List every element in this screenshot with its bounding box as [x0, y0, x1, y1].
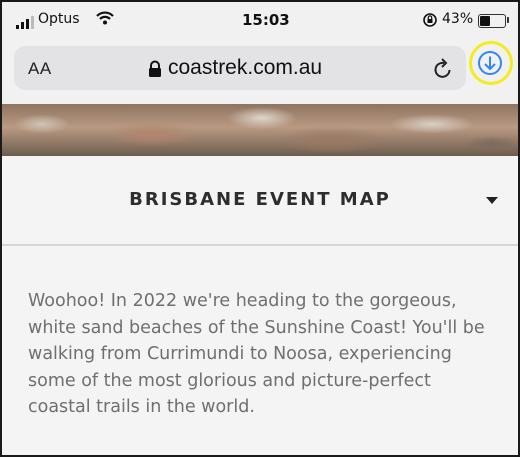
event-map-dropdown[interactable]: BRISBANE EVENT MAP	[2, 156, 518, 246]
hero-image	[2, 104, 518, 156]
carrier-name: Optus	[38, 11, 80, 27]
status-time: 15:03	[242, 11, 290, 29]
url-text[interactable]: coastrek.com.au	[168, 56, 322, 80]
phone-screen: Optus 15:03 43% AA coastrek.com.au BRISB…	[0, 0, 520, 457]
dropdown-title: BRISBANE EVENT MAP	[129, 189, 391, 210]
wifi-icon	[96, 11, 114, 29]
padlock-icon	[148, 60, 162, 83]
download-icon[interactable]	[474, 47, 506, 84]
caret-down-icon[interactable]	[486, 197, 498, 204]
text-size-button[interactable]: AA	[28, 59, 52, 79]
battery-percentage: 43%	[442, 11, 474, 27]
address-bar[interactable]: AA coastrek.com.au	[14, 46, 466, 90]
browser-toolbar: AA coastrek.com.au	[2, 38, 518, 104]
rotation-lock-icon	[422, 12, 438, 32]
intro-paragraph: Woohoo! In 2022 we're heading to the gor…	[28, 291, 485, 417]
battery-tip	[507, 17, 509, 23]
content-section: Woohoo! In 2022 we're heading to the gor…	[2, 246, 518, 455]
signal-bars-icon	[16, 16, 34, 29]
status-bar: Optus 15:03 43%	[2, 2, 518, 38]
reload-icon[interactable]	[432, 56, 454, 85]
battery-icon	[478, 14, 506, 28]
